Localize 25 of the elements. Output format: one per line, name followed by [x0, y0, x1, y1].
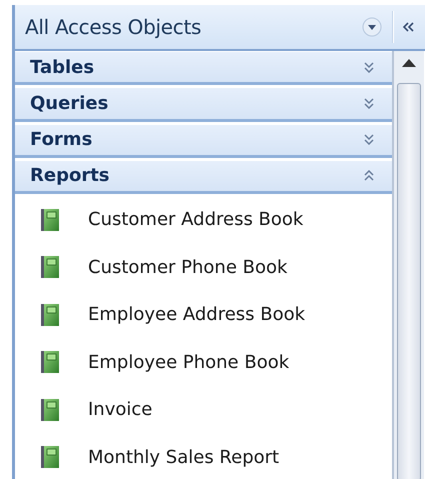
chevron-down-icon: [364, 134, 374, 146]
scroll-up-icon[interactable]: [402, 59, 416, 67]
report-item[interactable]: Employee Address Book: [15, 291, 392, 338]
report-icon: [41, 256, 59, 278]
report-item[interactable]: Employee Phone Book: [15, 338, 392, 386]
report-icon: [41, 351, 59, 374]
group-header[interactable]: Reports: [15, 160, 392, 194]
report-icon: [41, 304, 59, 326]
report-item[interactable]: Monthly Sales Report: [15, 434, 392, 479]
report-icon: [41, 398, 59, 421]
dropdown-icon[interactable]: [362, 17, 382, 37]
group-header[interactable]: Queries: [15, 87, 392, 122]
group-header[interactable]: Forms: [15, 124, 392, 158]
pane-title: All Access Objects: [24, 15, 202, 39]
report-icon: [41, 208, 59, 231]
collapse-icon[interactable]: [402, 21, 416, 33]
chevron-down-icon: [364, 62, 374, 73]
report-item[interactable]: Customer Address Book: [15, 196, 392, 244]
group-header[interactable]: Tables: [15, 51, 392, 86]
chevron-up-icon: [364, 170, 374, 182]
chevron-down-icon: [364, 98, 374, 109]
report-item[interactable]: Customer Phone Book: [15, 244, 392, 291]
report-item[interactable]: Invoice: [15, 386, 392, 434]
report-icon: [41, 446, 59, 468]
scrollbar[interactable]: [392, 51, 424, 479]
